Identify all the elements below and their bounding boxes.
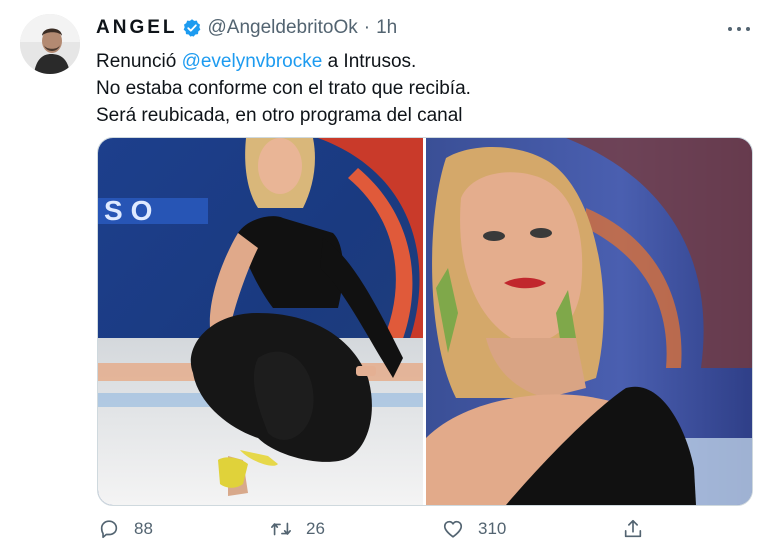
share-button[interactable] [622, 518, 658, 540]
photo-right-image [426, 138, 752, 505]
retweet-button[interactable]: 26 [270, 518, 325, 540]
more-dot [728, 27, 732, 31]
media-grid: SO [97, 137, 753, 506]
photo-right[interactable] [426, 138, 752, 505]
tweet-text-line2: No estaba conforme con el trato que reci… [96, 78, 471, 99]
tweet-actions: 88 26 310 [0, 518, 768, 552]
mention-link[interactable]: @evelynvbrocke [182, 51, 323, 72]
timestamp[interactable]: 1h [376, 17, 397, 39]
photo-left-image: SO [98, 138, 423, 505]
heart-icon [443, 520, 463, 538]
separator-dot: · [363, 17, 371, 38]
more-dot [737, 27, 741, 31]
text-segment: a Intrusos. [322, 51, 417, 72]
tweet-text-line1: Renunció @evelynvbrocke a Intrusos. [96, 48, 471, 75]
avatar-image [20, 14, 80, 74]
avatar[interactable] [20, 14, 80, 74]
retweet-icon [271, 522, 291, 536]
share-icon [624, 519, 642, 538]
like-button[interactable]: 310 [442, 518, 506, 540]
svg-text:SO: SO [104, 195, 160, 226]
retweet-count: 26 [306, 519, 325, 538]
user-handle[interactable]: @AngeldebritoOk [208, 17, 358, 39]
more-options-icon[interactable] [728, 18, 750, 40]
tweet-text: Renunció @evelynvbrocke a Intrusos. No e… [96, 48, 471, 129]
reply-count: 88 [134, 519, 153, 538]
more-dot [746, 27, 750, 31]
reply-button[interactable]: 88 [98, 518, 153, 540]
display-name[interactable]: ANGEL [96, 17, 178, 39]
text-segment: Renunció [96, 51, 182, 72]
tweet-header: ANGEL @AngeldebritoOk · 1h [96, 17, 397, 39]
tweet-text-line3: Será reubicada, en otro programa del can… [96, 105, 463, 126]
reply-icon [100, 520, 118, 539]
verified-badge-icon [183, 19, 200, 37]
like-count: 310 [478, 519, 507, 538]
photo-left[interactable]: SO [98, 138, 423, 505]
